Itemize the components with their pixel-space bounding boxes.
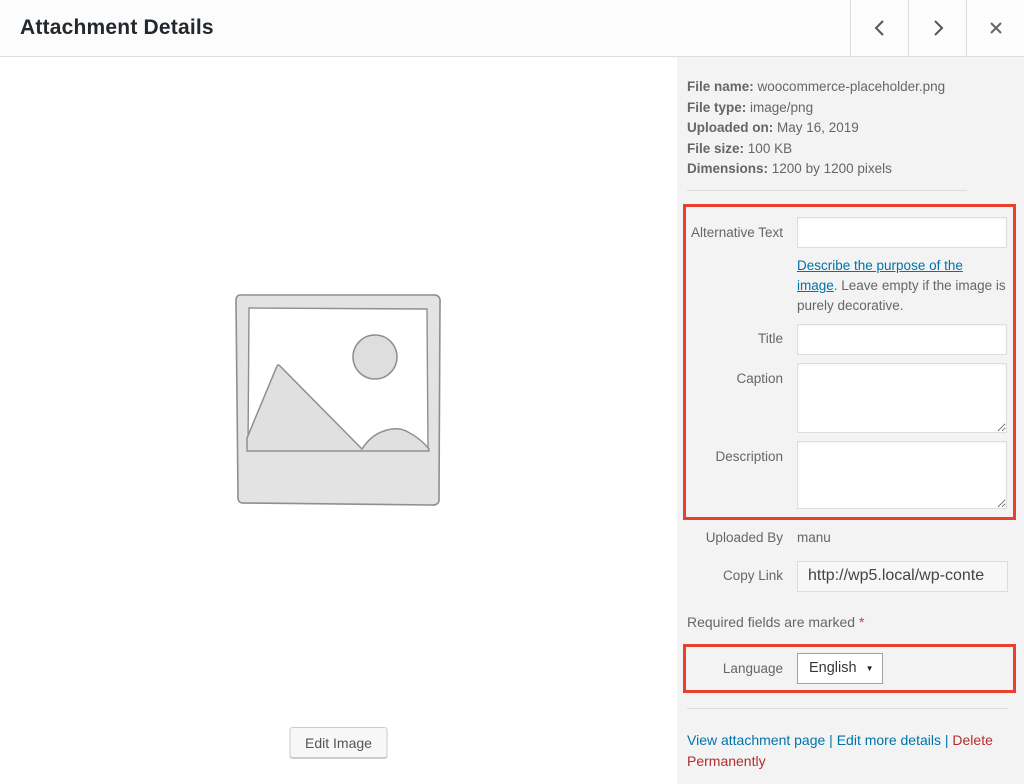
copy-link-control (797, 561, 1008, 592)
meta-divider (687, 190, 967, 191)
title-control (797, 324, 1007, 355)
required-note-text: Required fields are marked (687, 614, 855, 630)
woocommerce-placeholder-image (228, 285, 448, 513)
link-separator-2: | (945, 732, 949, 748)
description-control (797, 441, 1007, 509)
uploaded-by-row: Uploaded By manu (687, 529, 1008, 546)
uploaded-by-value: manu (797, 529, 831, 546)
edit-more-details-link[interactable]: Edit more details (837, 732, 941, 748)
caption-control (797, 363, 1007, 433)
language-row: Language English ▼ (687, 653, 1007, 684)
attachment-details-sidebar: File name: woocommerce-placeholder.png F… (677, 57, 1024, 784)
chevron-left-icon (873, 19, 887, 37)
header-nav (850, 0, 1024, 56)
description-row: Description (687, 441, 1007, 509)
caption-textarea[interactable] (797, 363, 1007, 433)
page-title: Attachment Details (0, 16, 214, 40)
required-fields-note: Required fields are marked * (687, 614, 1008, 630)
annotation-box-language: Language English ▼ (683, 644, 1016, 693)
file-type-value: image/png (750, 100, 813, 115)
modal-header: Attachment Details (0, 0, 1024, 57)
file-name-label: File name: (687, 79, 754, 94)
caption-label: Caption (687, 363, 783, 433)
copy-link-input[interactable] (797, 561, 1008, 592)
title-input[interactable] (797, 324, 1007, 355)
alt-text-input[interactable] (797, 217, 1007, 248)
description-label: Description (687, 441, 783, 509)
close-modal-button[interactable] (966, 0, 1024, 56)
dimensions-value: 1200 by 1200 pixels (772, 161, 892, 176)
annotation-box-fields: Alternative Text Describe the purpose of… (683, 204, 1016, 520)
previous-attachment-button[interactable] (850, 0, 908, 56)
attachment-meta: File name: woocommerce-placeholder.png F… (687, 77, 1008, 180)
dimensions-label: Dimensions: (687, 161, 768, 176)
file-size-label: File size: (687, 141, 744, 156)
file-type-row: File type: image/png (687, 98, 1008, 119)
link-separator-1: | (829, 732, 833, 748)
attachment-actions: View attachment page | Edit more details… (687, 730, 1009, 772)
alt-text-help: Describe the purpose of the image. Leave… (797, 256, 1007, 316)
alt-text-label: Alternative Text (687, 217, 783, 316)
alt-text-control: Describe the purpose of the image. Leave… (797, 217, 1007, 316)
copy-link-label: Copy Link (687, 561, 783, 592)
file-size-value: 100 KB (748, 141, 792, 156)
title-row: Title (687, 324, 1007, 355)
alt-text-row: Alternative Text Describe the purpose of… (687, 217, 1007, 316)
actions-divider (687, 708, 1008, 709)
chevron-right-icon (931, 19, 945, 37)
close-icon (989, 21, 1003, 35)
title-label: Title (687, 324, 783, 355)
language-select[interactable]: English ▼ (797, 653, 883, 684)
uploaded-on-value: May 16, 2019 (777, 120, 859, 135)
dropdown-arrow-icon: ▼ (866, 664, 874, 673)
modal-body: Edit Image File name: woocommerce-placeh… (0, 57, 1024, 784)
copy-link-row: Copy Link (687, 561, 1008, 592)
file-name-value: woocommerce-placeholder.png (758, 79, 946, 94)
attachment-preview-panel: Edit Image (0, 57, 677, 784)
description-textarea[interactable] (797, 441, 1007, 509)
view-attachment-page-link[interactable]: View attachment page (687, 732, 825, 748)
file-name-row: File name: woocommerce-placeholder.png (687, 77, 1008, 98)
uploaded-on-row: Uploaded on: May 16, 2019 (687, 118, 1008, 139)
language-label: Language (687, 653, 783, 684)
language-selected-value: English (809, 660, 857, 676)
uploaded-on-label: Uploaded on: (687, 120, 773, 135)
file-size-row: File size: 100 KB (687, 139, 1008, 160)
next-attachment-button[interactable] (908, 0, 966, 56)
attachment-details-modal: Attachment Details (0, 0, 1024, 784)
required-asterisk: * (859, 614, 864, 630)
dimensions-row: Dimensions: 1200 by 1200 pixels (687, 159, 1008, 180)
file-type-label: File type: (687, 100, 746, 115)
edit-image-button[interactable]: Edit Image (289, 727, 388, 758)
uploaded-by-label: Uploaded By (687, 529, 783, 546)
language-control: English ▼ (797, 653, 1007, 684)
caption-row: Caption (687, 363, 1007, 433)
